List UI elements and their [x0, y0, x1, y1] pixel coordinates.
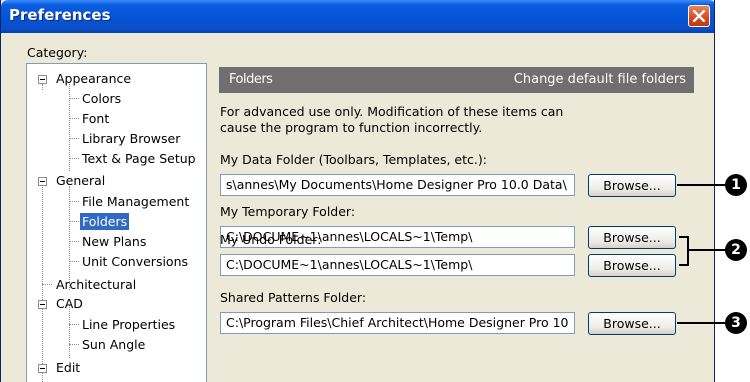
tree-item-library-browser[interactable]: Library Browser: [80, 130, 182, 147]
category-label: Category:: [27, 45, 88, 60]
collapse-icon[interactable]: [38, 75, 47, 84]
warning-line-1: For advanced use only. Modification of t…: [220, 104, 564, 119]
tree-item-sun-angle[interactable]: Sun Angle: [80, 336, 147, 353]
undo-folder-label: My Undo Folder:: [220, 232, 322, 247]
temp-folder-label: My Temporary Folder:: [220, 204, 356, 219]
shared-patterns-field[interactable]: C:\Program Files\Chief Architect\Home De…: [220, 312, 575, 334]
tree-item-appearance[interactable]: Appearance: [54, 70, 133, 87]
tree-item-file-management[interactable]: File Management: [80, 193, 191, 210]
undo-folder-field[interactable]: C:\DOCUME~1\annes\LOCALS~1\Temp\: [220, 254, 575, 276]
callout-3-line: [677, 322, 729, 324]
category-tree[interactable]: Appearance Colors Font Library Browser T…: [26, 63, 207, 382]
warning-line-2: cause the program to function incorrectl…: [220, 120, 483, 135]
data-folder-label: My Data Folder (Toolbars, Templates, etc…: [220, 152, 487, 167]
shared-patterns-browse-button[interactable]: Browse...: [588, 312, 676, 335]
temp-folder-browse-button[interactable]: Browse...: [588, 226, 676, 249]
shared-patterns-label: Shared Patterns Folder:: [220, 290, 367, 305]
callout-1-badge: 1: [725, 174, 747, 196]
undo-folder-browse-button[interactable]: Browse...: [588, 254, 676, 277]
callout-3-badge: 3: [725, 312, 747, 334]
data-folder-browse-button[interactable]: Browse...: [588, 174, 676, 197]
tree-item-colors[interactable]: Colors: [80, 90, 123, 107]
collapse-icon[interactable]: [38, 300, 47, 309]
panel-subtitle: Change default file folders: [513, 72, 686, 87]
tree-item-edit[interactable]: Edit: [54, 359, 82, 376]
collapse-icon[interactable]: [38, 364, 47, 373]
title-bar[interactable]: Preferences: [1, 0, 714, 33]
panel-title: Folders: [229, 72, 273, 87]
window-title: Preferences: [9, 6, 111, 24]
close-button[interactable]: [688, 5, 710, 27]
panel-header: Folders Change default file folders: [219, 67, 694, 93]
preferences-dialog: Preferences Category: Appearance Colors …: [0, 0, 715, 382]
tree-item-text-page-setup[interactable]: Text & Page Setup: [80, 150, 198, 167]
callout-2-bracket-vertical: [687, 236, 689, 266]
tree-item-architectural[interactable]: Architectural: [54, 276, 138, 293]
callout-1-line: [677, 184, 729, 186]
tree-item-unit-conversions[interactable]: Unit Conversions: [80, 253, 190, 270]
tree-item-folders[interactable]: Folders: [80, 213, 130, 230]
tree-item-line-properties[interactable]: Line Properties: [80, 316, 177, 333]
callout-2-line: [687, 249, 729, 251]
callout-2-badge: 2: [725, 239, 747, 261]
data-folder-field[interactable]: s\annes\My Documents\Home Designer Pro 1…: [220, 174, 575, 196]
collapse-icon[interactable]: [38, 177, 47, 186]
tree-item-new-plans[interactable]: New Plans: [80, 233, 148, 250]
tree-item-general[interactable]: General: [54, 172, 107, 189]
close-icon: [693, 10, 705, 22]
tree-item-font[interactable]: Font: [80, 110, 111, 127]
warning-text: For advanced use only. Modification of t…: [220, 104, 590, 136]
tree-item-cad[interactable]: CAD: [54, 295, 85, 312]
